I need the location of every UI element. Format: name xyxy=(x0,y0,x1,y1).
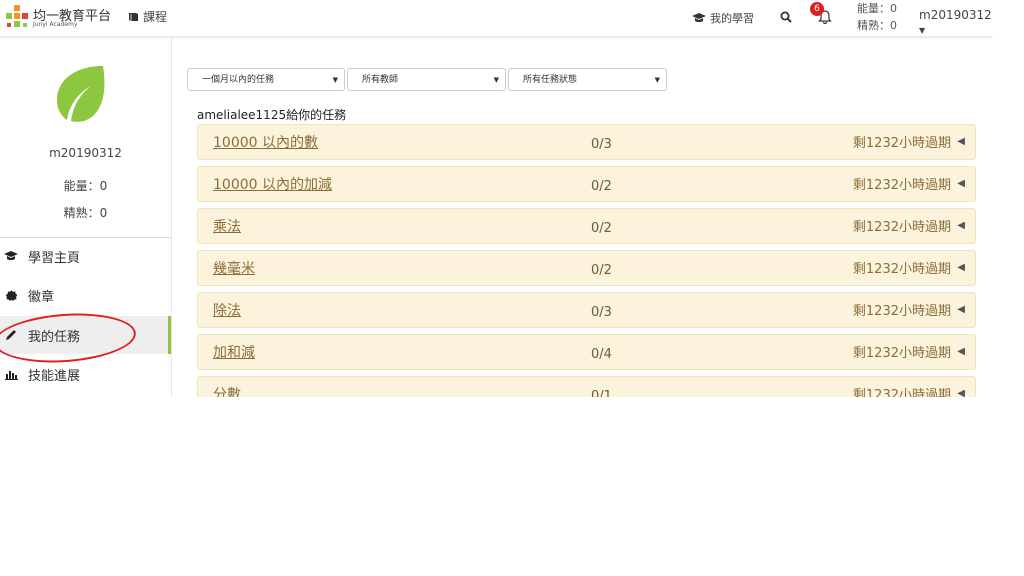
task-row[interactable]: 加和減 0/4 剩1232小時過期 ◀ xyxy=(197,334,976,370)
caret-left-icon[interactable]: ◀ xyxy=(957,178,965,189)
period-filter-select[interactable]: 一個月以內的任務 ▼ xyxy=(187,68,345,91)
task-name-link[interactable]: 10000 以內的數 xyxy=(213,132,318,152)
sidebar-item-label: 徽章 xyxy=(28,289,55,305)
task-progress: 0/4 xyxy=(591,347,612,362)
header-mastery: 精熟：0 xyxy=(857,19,897,32)
sidebar-item-label: 學習主頁 xyxy=(28,250,81,266)
task-name-link[interactable]: 分數 xyxy=(213,384,241,397)
task-row[interactable]: 10000 以內的數 0/3 剩1232小時過期 ◀ xyxy=(197,124,976,160)
caret-down-icon: ▼ xyxy=(654,76,660,84)
caret-down-icon: ▼ xyxy=(919,26,926,35)
task-name-link[interactable]: 加和減 xyxy=(213,342,255,362)
courses-label: 課程 xyxy=(143,10,168,24)
task-expiry: 剩1232小時過期 xyxy=(852,178,951,193)
graduation-cap-icon xyxy=(692,13,706,23)
caret-left-icon[interactable]: ◀ xyxy=(957,346,965,357)
caret-down-icon: ▼ xyxy=(493,76,499,84)
courses-menu[interactable]: 課程 xyxy=(128,8,167,25)
task-expiry: 剩1232小時過期 xyxy=(852,220,951,235)
sidebar-username: m20190312 xyxy=(49,146,122,160)
task-expiry: 剩1232小時過期 xyxy=(852,262,951,277)
task-progress: 0/2 xyxy=(591,221,612,236)
task-expiry: 剩1232小時過期 xyxy=(852,346,951,361)
caret-left-icon[interactable]: ◀ xyxy=(957,388,965,397)
caret-left-icon[interactable]: ◀ xyxy=(957,136,965,147)
status-filter-value: 所有任務狀態 xyxy=(523,75,578,85)
caret-left-icon[interactable]: ◀ xyxy=(957,304,965,315)
my-learning-menu[interactable]: 我的學習 xyxy=(692,0,754,36)
caret-left-icon[interactable]: ◀ xyxy=(957,220,965,231)
notification-count-badge[interactable]: 6 xyxy=(810,2,824,16)
sidebar-item-label: 技能進展 xyxy=(28,368,81,384)
task-progress: 0/2 xyxy=(591,179,612,194)
assigner-heading: amelialee1125給你的任務 xyxy=(197,108,347,122)
sidebar-item-skill-progress[interactable]: 技能進展 xyxy=(0,355,171,393)
teacher-filter-select[interactable]: 所有教師 ▼ xyxy=(347,68,506,91)
task-expiry: 剩1232小時過期 xyxy=(852,304,951,319)
sidebar-item-learning-home[interactable]: 學習主頁 xyxy=(0,237,171,275)
badge-icon xyxy=(5,289,17,301)
caret-down-icon: ▼ xyxy=(332,76,338,84)
task-name-link[interactable]: 10000 以內的加減 xyxy=(213,174,332,194)
sidebar-energy: 能量：0 xyxy=(63,179,108,193)
leaf-avatar[interactable] xyxy=(53,64,107,124)
bar-chart-icon xyxy=(4,370,18,380)
task-row[interactable]: 幾毫米 0/2 剩1232小時過期 ◀ xyxy=(197,250,976,286)
task-progress: 0/3 xyxy=(591,137,612,152)
user-menu[interactable]: m20190312 ▼ xyxy=(919,8,993,36)
task-name-link[interactable]: 除法 xyxy=(213,300,241,320)
username-label: m20190312 xyxy=(919,8,992,22)
junyi-logo-icon[interactable] xyxy=(4,4,30,30)
my-learning-label: 我的學習 xyxy=(710,12,754,25)
task-progress: 0/2 xyxy=(591,263,612,278)
app-frame: 均一教育平台 Junyi Academy 課程 我的學習 6 能量：0 精熟：0… xyxy=(0,0,993,397)
header-energy: 能量：0 xyxy=(857,2,897,15)
task-row[interactable]: 分數 0/1 剩1232小時過期 ◀ xyxy=(197,376,976,397)
task-name-link[interactable]: 幾毫米 xyxy=(213,258,255,278)
sidebar: m20190312 能量：0 精熟：0 學習主頁 徽章 我的任務 技能進展 xyxy=(0,37,172,397)
task-progress: 0/1 xyxy=(591,389,612,397)
graduation-cap-icon xyxy=(4,251,18,261)
task-row[interactable]: 10000 以內的加減 0/2 剩1232小時過期 ◀ xyxy=(197,166,976,202)
teacher-filter-value: 所有教師 xyxy=(362,75,399,85)
brand-subtitle: Junyi Academy xyxy=(33,21,78,28)
caret-left-icon[interactable]: ◀ xyxy=(957,262,965,273)
sidebar-item-badges[interactable]: 徽章 xyxy=(0,276,171,314)
search-icon[interactable] xyxy=(780,11,792,23)
task-name-link[interactable]: 乘法 xyxy=(213,216,241,236)
book-icon xyxy=(129,12,138,21)
period-filter-value: 一個月以內的任務 xyxy=(202,75,275,85)
top-header: 均一教育平台 Junyi Academy 課程 我的學習 6 能量：0 精熟：0… xyxy=(0,0,993,36)
task-expiry: 剩1232小時過期 xyxy=(852,136,951,151)
sidebar-mastery: 精熟：0 xyxy=(63,206,108,220)
status-filter-select[interactable]: 所有任務狀態 ▼ xyxy=(508,68,667,91)
task-row[interactable]: 乘法 0/2 剩1232小時過期 ◀ xyxy=(197,208,976,244)
task-expiry: 剩1232小時過期 xyxy=(852,388,951,397)
task-progress: 0/3 xyxy=(591,305,612,320)
task-row[interactable]: 除法 0/3 剩1232小時過期 ◀ xyxy=(197,292,976,328)
